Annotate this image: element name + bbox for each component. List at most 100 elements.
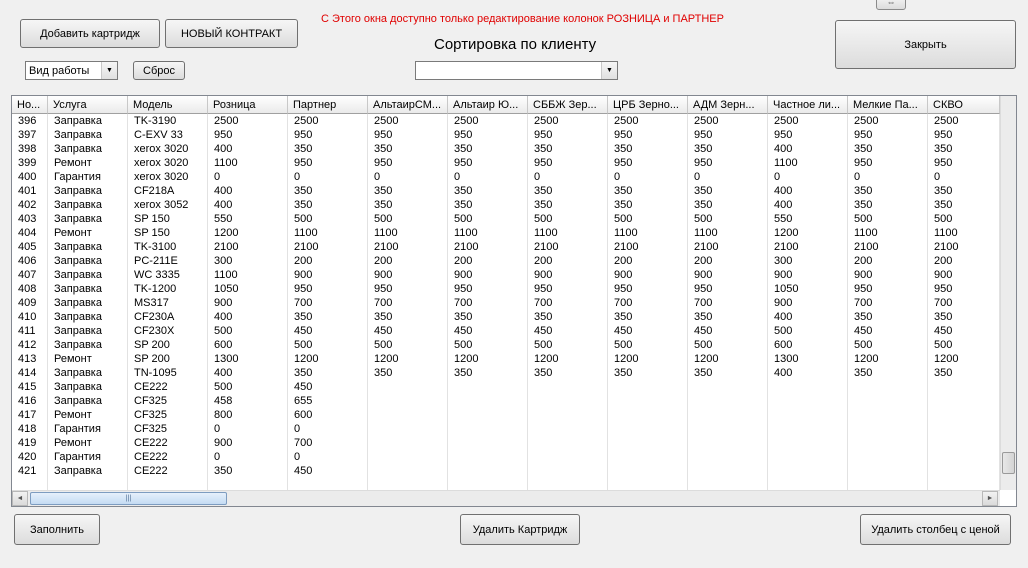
cell-retail[interactable]: 900	[208, 436, 288, 450]
cell-partner[interactable]: 500	[288, 212, 368, 226]
table-row[interactable]: 407 Заправка WC 3335 1100 900 900 900 900 900 900…	[12, 268, 1002, 282]
delete-cartridge-button[interactable]: Удалить Картридж	[460, 514, 580, 545]
cell-partner[interactable]: 700	[288, 296, 368, 310]
cell-retail[interactable]: 400	[208, 310, 288, 324]
cell-retail[interactable]: 800	[208, 408, 288, 422]
table-row[interactable]: 406 Заправка PC-211E 300 200 200 200 200 200 200 3…	[12, 254, 1002, 268]
client-sort-select[interactable]: ▼	[415, 61, 618, 80]
table-row[interactable]: 414 Заправка TN-1095 400 350 350 350 350 350 350 4…	[12, 366, 1002, 380]
chevron-down-icon[interactable]: ▼	[601, 62, 617, 79]
cell-retail[interactable]: 1050	[208, 282, 288, 296]
cell-retail[interactable]: 2500	[208, 114, 288, 128]
column-header-sbbzh-zer[interactable]: СББЖ Зер...	[528, 96, 608, 114]
cell-partner[interactable]: 450	[288, 464, 368, 478]
table-row[interactable]: 416 Заправка CF325 458 655	[12, 394, 1002, 408]
cell-partner[interactable]: 350	[288, 366, 368, 380]
cell-partner[interactable]: 450	[288, 324, 368, 338]
cell-partner[interactable]: 200	[288, 254, 368, 268]
cell-retail[interactable]: 458	[208, 394, 288, 408]
cell-partner[interactable]: 500	[288, 338, 368, 352]
table-row[interactable]: 409 Заправка MS317 900 700 700 700 700 700 700 900…	[12, 296, 1002, 310]
work-type-select[interactable]: Вид работы ▼	[25, 61, 118, 80]
column-header-adm-zern[interactable]: АДМ Зерн...	[688, 96, 768, 114]
column-header-private-li[interactable]: Частное ли...	[768, 96, 848, 114]
cell-retail[interactable]: 950	[208, 128, 288, 142]
table-row[interactable]: 420 Гарантия CE222 0 0	[12, 450, 1002, 464]
cell-retail[interactable]: 500	[208, 324, 288, 338]
table-row[interactable]: 401 Заправка CF218A 400 350 350 350 350 350 350 40…	[12, 184, 1002, 198]
cell-partner[interactable]: 0	[288, 450, 368, 464]
add-cartridge-button[interactable]: Добавить картридж	[20, 19, 160, 48]
column-header-small-pa[interactable]: Мелкие Па...	[848, 96, 928, 114]
cell-partner[interactable]: 950	[288, 128, 368, 142]
table-row[interactable]: 421 Заправка CE222 350 450	[12, 464, 1002, 478]
table-row[interactable]: 404 Ремонт SP 150 1200 1100 1100 1100 1100 1100 1…	[12, 226, 1002, 240]
cell-retail[interactable]: 1200	[208, 226, 288, 240]
column-header-crb-zerno[interactable]: ЦРБ Зерно...	[608, 96, 688, 114]
table-row[interactable]: 412 Заправка SP 200 600 500 500 500 500 500 500 60…	[12, 338, 1002, 352]
cell-retail[interactable]: 900	[208, 296, 288, 310]
chevron-down-icon[interactable]: ▼	[101, 62, 117, 79]
scroll-right-button[interactable]: ►	[982, 491, 998, 506]
column-header-no[interactable]: Но...	[12, 96, 48, 114]
table-row[interactable]: 417 Ремонт CF325 800 600	[12, 408, 1002, 422]
column-header-service[interactable]: Услуга	[48, 96, 128, 114]
new-contract-button[interactable]: НОВЫЙ КОНТРАКТ	[165, 19, 298, 48]
cell-retail[interactable]: 400	[208, 198, 288, 212]
cell-partner[interactable]: 2500	[288, 114, 368, 128]
horizontal-scroll-thumb[interactable]: |||	[30, 492, 227, 505]
fill-button[interactable]: Заполнить	[14, 514, 100, 545]
cell-partner[interactable]: 350	[288, 310, 368, 324]
reset-button[interactable]: Сброс	[133, 61, 185, 80]
cell-retail[interactable]: 0	[208, 422, 288, 436]
table-row[interactable]: 413 Ремонт SP 200 1300 1200 1200 1200 1200 1200 1…	[12, 352, 1002, 366]
table-row[interactable]: 402 Заправка xerox 3052 400 350 350 350 350 350 3…	[12, 198, 1002, 212]
cell-retail[interactable]: 1100	[208, 156, 288, 170]
cell-partner[interactable]: 600	[288, 408, 368, 422]
table-row[interactable]: 403 Заправка SP 150 550 500 500 500 500 500 500 55…	[12, 212, 1002, 226]
cell-partner[interactable]: 0	[288, 170, 368, 184]
vertical-scroll-thumb[interactable]	[1002, 452, 1015, 474]
cell-partner[interactable]: 950	[288, 156, 368, 170]
horizontal-scrollbar[interactable]: ◄ ||| ►	[12, 490, 1000, 506]
cell-partner[interactable]: 350	[288, 142, 368, 156]
delete-price-column-button[interactable]: Удалить столбец с ценой	[860, 514, 1011, 545]
column-header-altair-sm[interactable]: АльтаирСМ...	[368, 96, 448, 114]
cell-retail[interactable]: 2100	[208, 240, 288, 254]
cell-retail[interactable]: 400	[208, 184, 288, 198]
cell-retail[interactable]: 400	[208, 142, 288, 156]
table-row[interactable]: 396 Заправка TK-3190 2500 2500 2500 2500 2500 25…	[12, 114, 1002, 128]
column-header-partner[interactable]: Партнер	[288, 96, 368, 114]
table-row[interactable]: 398 Заправка xerox 3020 400 350 350 350 350 350 3…	[12, 142, 1002, 156]
scroll-left-button[interactable]: ◄	[12, 491, 28, 506]
table-row[interactable]: 399 Ремонт xerox 3020 1100 950 950 950 950 950 95…	[12, 156, 1002, 170]
cell-retail[interactable]: 500	[208, 380, 288, 394]
cell-retail[interactable]: 1100	[208, 268, 288, 282]
cell-partner[interactable]: 655	[288, 394, 368, 408]
cell-partner[interactable]: 350	[288, 198, 368, 212]
table-row[interactable]: 400 Гарантия xerox 3020 0 0 0 0 0 0 0 0 0 0	[12, 170, 1002, 184]
column-header-altair-yu[interactable]: Альтаир Ю...	[448, 96, 528, 114]
cell-partner[interactable]: 1100	[288, 226, 368, 240]
cell-partner[interactable]: 1200	[288, 352, 368, 366]
cell-retail[interactable]: 0	[208, 450, 288, 464]
cell-partner[interactable]: 900	[288, 268, 368, 282]
close-button[interactable]: Закрыть	[835, 20, 1016, 69]
cell-partner[interactable]: 350	[288, 184, 368, 198]
cell-partner[interactable]: 700	[288, 436, 368, 450]
table-row[interactable]: 397 Заправка C-EXV 33 950 950 950 950 950 950 950…	[12, 128, 1002, 142]
table-row[interactable]: 405 Заправка TK-3100 2100 2100 2100 2100 2100 21…	[12, 240, 1002, 254]
cell-retail[interactable]: 550	[208, 212, 288, 226]
cell-partner[interactable]: 0	[288, 422, 368, 436]
table-row[interactable]: 408 Заправка TK-1200 1050 950 950 950 950 950 950…	[12, 282, 1002, 296]
window-restore-button[interactable]: ⇔	[876, 0, 906, 10]
cell-partner[interactable]: 2100	[288, 240, 368, 254]
table-row[interactable]: 418 Гарантия CF325 0 0	[12, 422, 1002, 436]
cell-retail[interactable]: 600	[208, 338, 288, 352]
cell-retail[interactable]: 300	[208, 254, 288, 268]
cell-retail[interactable]: 1300	[208, 352, 288, 366]
column-header-skvo[interactable]: СКВО	[928, 96, 1000, 114]
table-row[interactable]: 415 Заправка CE222 500 450	[12, 380, 1002, 394]
column-header-retail[interactable]: Розница	[208, 96, 288, 114]
column-header-model[interactable]: Модель	[128, 96, 208, 114]
